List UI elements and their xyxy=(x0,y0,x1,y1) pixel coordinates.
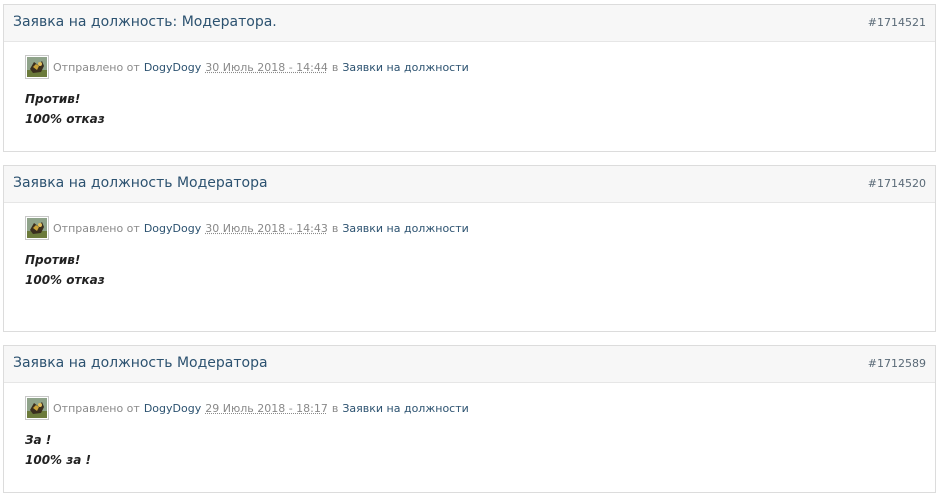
sent-by-label: Отправлено от xyxy=(53,221,140,235)
author-link[interactable]: DogyDogy xyxy=(144,61,201,74)
post-title-link[interactable]: Заявка на должность: Модератора. xyxy=(13,14,277,30)
forum-link[interactable]: Заявки на должности xyxy=(342,61,468,74)
post-header: Заявка на должность Модератора #1712589 xyxy=(4,346,935,383)
user-avatar-icon[interactable] xyxy=(25,55,49,79)
author-link[interactable]: DogyDogy xyxy=(144,402,201,415)
user-avatar-icon[interactable] xyxy=(25,216,49,240)
post-body-line: 100% отказ xyxy=(25,112,105,126)
post-body-line: Против! xyxy=(25,92,81,106)
post-header: Заявка на должность: Модератора. #171452… xyxy=(4,5,935,42)
user-avatar-icon[interactable] xyxy=(25,396,49,420)
post-body: Против! 100% отказ xyxy=(25,89,105,129)
post-date: 30 Июль 2018 - 14:43 xyxy=(205,221,328,235)
forum-link[interactable]: Заявки на должности xyxy=(342,222,468,235)
post-header: Заявка на должность Модератора #1714520 xyxy=(4,166,935,203)
in-label: в xyxy=(331,221,339,235)
post-1712589: Заявка на должность Модератора #1712589 … xyxy=(3,345,936,493)
sent-by-label: Отправлено от xyxy=(53,60,140,74)
post-meta: Отправлено от DogyDogy 30 Июль 2018 - 14… xyxy=(25,216,473,240)
post-number-link[interactable]: #1714520 xyxy=(868,177,926,190)
post-body-line: Против! xyxy=(25,253,81,267)
post-body: За ! 100% за ! xyxy=(25,430,91,470)
post-body-line: 100% за ! xyxy=(25,453,91,467)
post-title-link[interactable]: Заявка на должность Модератора xyxy=(13,355,268,371)
post-meta: Отправлено от DogyDogy 29 Июль 2018 - 18… xyxy=(25,396,473,420)
post-body-line: За ! xyxy=(25,433,52,447)
sent-by-label: Отправлено от xyxy=(53,401,140,415)
post-body-line: 100% отказ xyxy=(25,273,105,287)
post-date: 29 Июль 2018 - 18:17 xyxy=(205,401,328,415)
forum-link[interactable]: Заявки на должности xyxy=(342,402,468,415)
author-link[interactable]: DogyDogy xyxy=(144,222,201,235)
post-meta: Отправлено от DogyDogy 30 Июль 2018 - 14… xyxy=(25,55,473,79)
post-body: Против! 100% отказ xyxy=(25,250,105,290)
post-date: 30 Июль 2018 - 14:44 xyxy=(205,60,328,74)
post-1714521: Заявка на должность: Модератора. #171452… xyxy=(3,4,936,152)
post-number-link[interactable]: #1712589 xyxy=(868,357,926,370)
post-1714520: Заявка на должность Модератора #1714520 … xyxy=(3,165,936,332)
post-number-link[interactable]: #1714521 xyxy=(868,16,926,29)
post-title-link[interactable]: Заявка на должность Модератора xyxy=(13,175,268,191)
in-label: в xyxy=(331,401,339,415)
in-label: в xyxy=(331,60,339,74)
